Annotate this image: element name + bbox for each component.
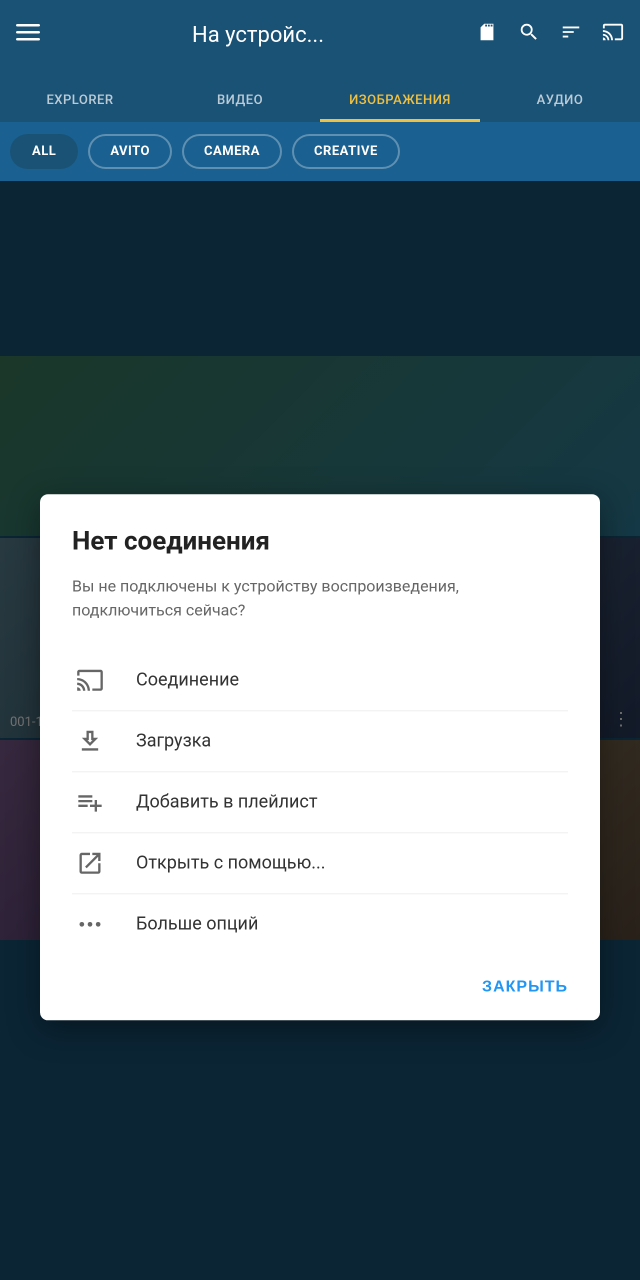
sort-icon[interactable]	[560, 21, 582, 49]
cast-top-icon[interactable]	[602, 21, 624, 49]
filter-creative[interactable]: CREATIVE	[292, 134, 400, 169]
filter-camera[interactable]: CAMERA	[182, 134, 282, 169]
tab-audio[interactable]: АУДИО	[480, 93, 640, 122]
top-bar: На устройс...	[0, 0, 640, 70]
dialog: Нет соединения Вы не подключены к устрой…	[40, 494, 600, 1020]
dialog-item-open-with[interactable]: Открыть с помощью...	[72, 833, 568, 893]
dialog-title: Нет соединения	[72, 526, 568, 556]
dialog-actions: ЗАКРЫТЬ	[72, 970, 568, 996]
playlist-add-icon	[72, 788, 108, 816]
open-with-icon	[72, 849, 108, 877]
content-area: 001-172.jpg ⋮ 001-2.jpg ⋮ Нет соединения…	[0, 181, 640, 1280]
search-icon[interactable]	[518, 21, 540, 49]
dialog-subtitle: Вы не подключены к устройству воспроизве…	[72, 574, 568, 622]
top-bar-title: На устройс...	[60, 23, 456, 48]
dialog-item-download-label: Загрузка	[136, 730, 211, 751]
menu-icon[interactable]	[16, 20, 40, 50]
dialog-item-more[interactable]: Больше опций	[72, 894, 568, 954]
download-icon	[72, 727, 108, 755]
nav-tabs: EXPLORER ВИДЕО ИЗОБРАЖЕНИЯ АУДИО	[0, 70, 640, 122]
app-layout: На устройс... EXPLORER ВИДЕО ИЗОБРАЖЕНИЯ…	[0, 0, 640, 1280]
dialog-item-more-label: Больше опций	[136, 913, 258, 934]
dialog-item-open-with-label: Открыть с помощью...	[136, 852, 326, 873]
filter-avito[interactable]: AVITO	[88, 134, 172, 169]
dialog-item-playlist[interactable]: Добавить в плейлист	[72, 772, 568, 832]
tab-images[interactable]: ИЗОБРАЖЕНИЯ	[320, 93, 480, 122]
cast-icon	[72, 666, 108, 694]
dialog-item-connection-label: Соединение	[136, 669, 239, 690]
filter-row: ALL AVITO CAMERA CREATIVE	[0, 122, 640, 181]
sd-card-icon[interactable]	[476, 21, 498, 49]
dialog-item-playlist-label: Добавить в плейлист	[136, 791, 318, 812]
more-options-icon	[72, 910, 108, 938]
tab-explorer[interactable]: EXPLORER	[0, 93, 160, 122]
dialog-item-download[interactable]: Загрузка	[72, 711, 568, 771]
tab-video[interactable]: ВИДЕО	[160, 93, 320, 122]
dialog-item-connection[interactable]: Соединение	[72, 650, 568, 710]
filter-all[interactable]: ALL	[10, 134, 78, 169]
close-button[interactable]: ЗАКРЫТЬ	[482, 978, 568, 996]
